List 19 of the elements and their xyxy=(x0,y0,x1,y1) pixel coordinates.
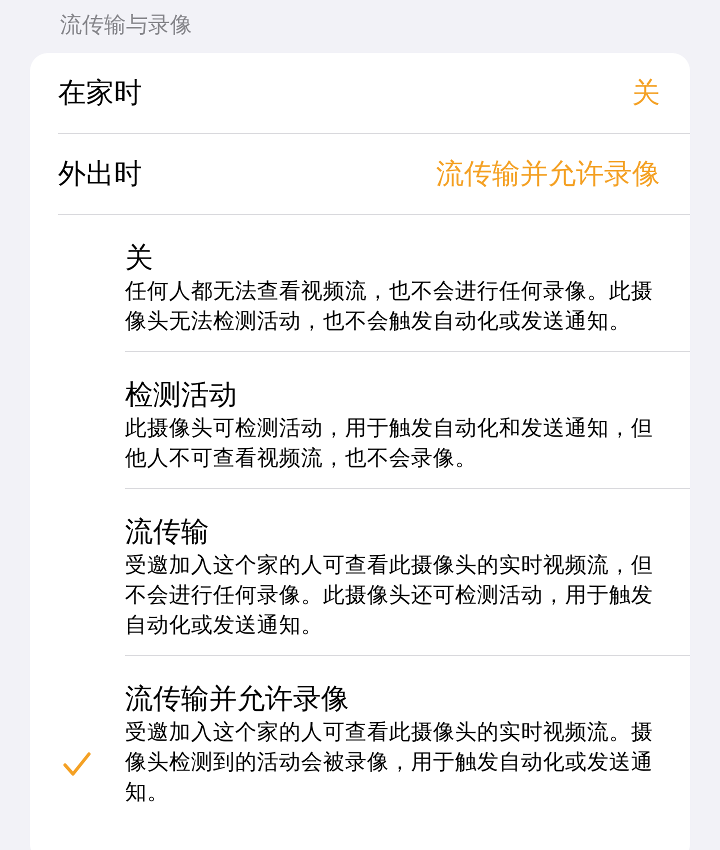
section-title: 流传输与录像 xyxy=(59,12,193,40)
setting-row[interactable]: 外出时 流传输并允许录像 xyxy=(58,134,690,215)
option-item[interactable]: 流传输并允许录像 受邀加入这个家的人可查看此摄像头的实时视频流。摄像头检测到的活动会被录像，用于触发自动化或发送通知。 xyxy=(58,656,690,822)
setting-row[interactable]: 在家时 关 xyxy=(58,53,690,134)
option-title: 流传输 xyxy=(125,514,210,550)
option-description: 受邀加入这个家的人可查看此摄像头的实时视频流，但不会进行任何录像。此摄像头还可检测活动，用于触发自动化或发送通知。 xyxy=(125,552,654,640)
option-description: 此摄像头可检测活动，用于触发自动化和发送通知，但他人不可查看视频流，也不会录像。 xyxy=(125,415,654,473)
row-value: 关 xyxy=(632,75,660,111)
option-title: 流传输并允许录像 xyxy=(125,681,350,717)
option-title: 检测活动 xyxy=(125,377,238,413)
row-value: 流传输并允许录像 xyxy=(436,156,660,192)
option-description: 任何人都无法查看视频流，也不会进行任何录像。此摄像头无法检测活动，也不会触发自动化或发送通知。 xyxy=(125,278,654,336)
option-item[interactable]: 关 任何人都无法查看视频流，也不会进行任何录像。此摄像头无法检测活动，也不会触发自动化或发送通知。 xyxy=(58,215,690,352)
option-item[interactable]: 流传输 受邀加入这个家的人可查看此摄像头的实时视频流，但不会进行任何录像。此摄像头还可检测活动，用于触发自动化或发送通知。 xyxy=(58,489,690,656)
row-label: 在家时 xyxy=(58,75,142,111)
option-item[interactable]: 检测活动 此摄像头可检测活动，用于触发自动化和发送通知，但他人不可查看视频流，也不会录像。 xyxy=(58,352,690,489)
option-title: 关 xyxy=(125,240,154,276)
option-description: 受邀加入这个家的人可查看此摄像头的实时视频流。摄像头检测到的活动会被录像，用于触发自动化或发送通知。 xyxy=(125,719,654,807)
row-label: 外出时 xyxy=(58,156,142,192)
